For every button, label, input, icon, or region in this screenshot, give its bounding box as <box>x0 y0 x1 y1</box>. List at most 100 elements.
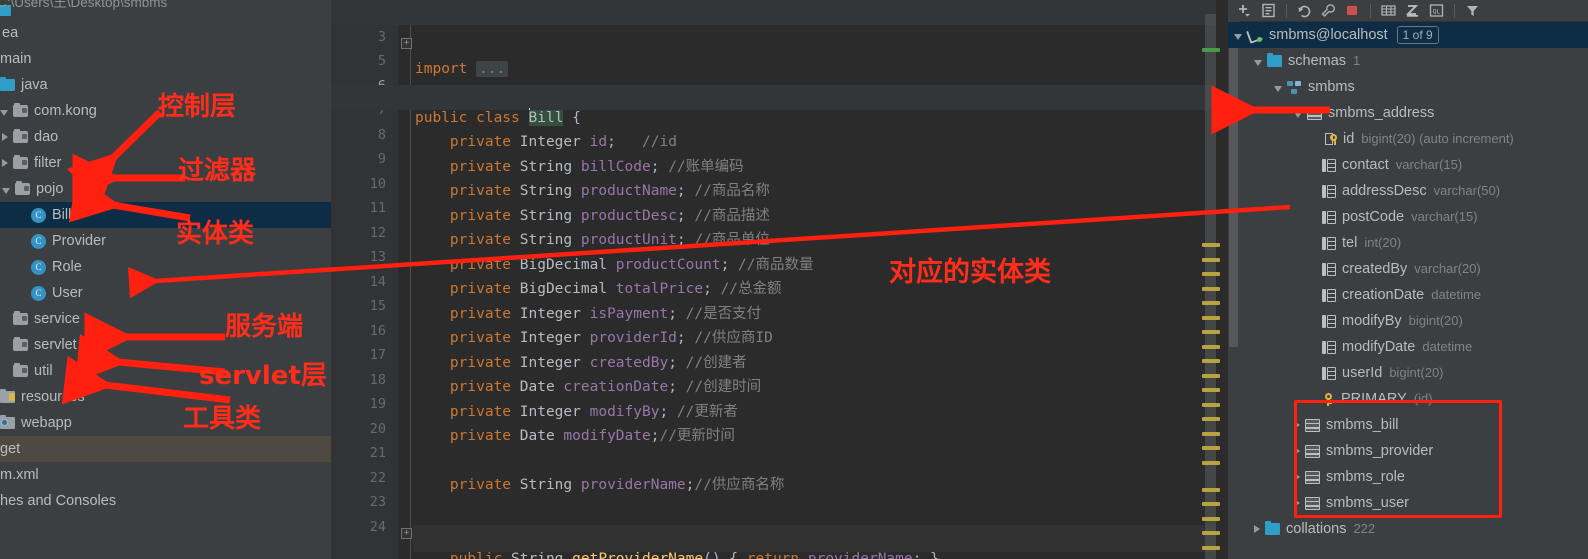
database-tree-item-contact[interactable]: contact varchar(15) <box>1228 152 1588 178</box>
code-line[interactable]: public String getProviderName() { return… <box>413 547 1228 559</box>
error-stripe-mark[interactable] <box>1202 345 1220 349</box>
code-line[interactable] <box>413 522 1228 547</box>
code-line[interactable]: private String billCode; //账单编码 <box>413 155 1228 180</box>
project-tree-item-bill[interactable]: C Bill <box>0 202 331 228</box>
error-stripe-mark[interactable] <box>1202 417 1220 421</box>
project-tree-item-dao[interactable]: dao <box>0 124 331 150</box>
project-tree-item-role[interactable]: C Role <box>0 254 331 280</box>
error-stripe-mark[interactable] <box>1202 502 1220 506</box>
table-icon[interactable] <box>1380 3 1397 18</box>
code-line[interactable] <box>413 32 1228 57</box>
wrench-icon[interactable] <box>1320 3 1337 18</box>
project-tree-item-util[interactable]: util <box>0 358 331 384</box>
expand-arrow-icon[interactable] <box>2 133 8 141</box>
code-line[interactable]: private String productName; //商品名称 <box>413 179 1228 204</box>
editor-text[interactable]: import ... public class Bill { private I… <box>413 0 1228 559</box>
database-tree-item-smbms-role[interactable]: smbms_role <box>1228 464 1588 490</box>
database-tree-item-collations[interactable]: collations 222 <box>1228 516 1588 542</box>
expand-arrow-icon[interactable] <box>1294 473 1300 481</box>
refresh-icon[interactable] <box>1296 3 1313 18</box>
fold-method-icon[interactable]: + <box>401 528 412 539</box>
collapse-arrow-icon[interactable] <box>1254 60 1262 66</box>
database-tree-item-schemas[interactable]: schemas 1 <box>1228 48 1588 74</box>
error-stripe-mark[interactable] <box>1202 546 1220 550</box>
error-stripe-mark[interactable] <box>1202 301 1220 305</box>
database-toolbar[interactable]: QL <box>1228 0 1588 22</box>
error-stripe-mark[interactable] <box>1202 258 1220 262</box>
database-tree-item-modifyby[interactable]: modifyBy bigint(20) <box>1228 308 1588 334</box>
error-stripe-mark[interactable] <box>1202 359 1220 363</box>
project-tree-item-service[interactable]: service <box>0 306 331 332</box>
project-tree[interactable]: main java com.kong dao filter pojo C Bill C Provi… <box>0 46 331 514</box>
filter-icon[interactable] <box>1464 3 1481 18</box>
database-tree-item-userid[interactable]: userId bigint(20) <box>1228 360 1588 386</box>
code-line[interactable]: private Date creationDate; //创建时间 <box>413 375 1228 400</box>
code-line[interactable] <box>413 81 1228 106</box>
error-stripe-mark[interactable] <box>1202 432 1220 436</box>
error-stripe-mark[interactable] <box>1202 461 1220 465</box>
database-tree[interactable]: smbms@localhost 1 of 9 schemas 1 smbms smbms_… <box>1228 22 1588 542</box>
error-stripe-mark[interactable] <box>1202 531 1220 535</box>
error-stripe-mark[interactable] <box>1202 316 1220 320</box>
error-stripe-mark[interactable] <box>1202 243 1220 247</box>
project-tool-window[interactable]: C:\Users\王\Desktop\smbms ea main java com.… <box>0 0 331 559</box>
database-tree-item-smbms-address[interactable]: smbms_address <box>1228 100 1588 126</box>
database-tree-item-tel[interactable]: tel int(20) <box>1228 230 1588 256</box>
error-stripe-mark[interactable] <box>1202 48 1220 52</box>
collapse-arrow-icon[interactable] <box>1234 34 1242 40</box>
project-tree-item-provider[interactable]: C Provider <box>0 228 331 254</box>
database-tree-item-smbms-bill[interactable]: smbms_bill <box>1228 412 1588 438</box>
code-line[interactable]: private Integer isPayment; //是否支付 <box>413 302 1228 327</box>
collapse-arrow-icon[interactable] <box>1294 112 1302 118</box>
code-line[interactable]: private String providerName;//供应商名称 <box>413 473 1228 498</box>
code-line[interactable]: private String productDesc; //商品描述 <box>413 204 1228 229</box>
database-tool-window[interactable]: QL smbms@localhost 1 of 9 schemas 1 smbms smb… <box>1228 0 1588 559</box>
error-stripe-mark[interactable] <box>1202 403 1220 407</box>
error-stripe-mark[interactable] <box>1202 388 1220 392</box>
fold-import-icon[interactable]: + <box>401 38 412 49</box>
expand-arrow-icon[interactable] <box>1294 447 1300 455</box>
code-line[interactable]: private Integer createdBy; //创建者 <box>413 351 1228 376</box>
expand-arrow-icon[interactable] <box>1254 525 1260 533</box>
stop-icon[interactable] <box>1344 3 1361 18</box>
project-tree-item-resources[interactable]: resources <box>0 384 331 410</box>
code-line[interactable]: public class Bill { <box>413 106 1228 131</box>
database-tree-item-smbms-provider[interactable]: smbms_provider <box>1228 438 1588 464</box>
code-line[interactable]: private Integer providerId; //供应商ID <box>413 326 1228 351</box>
project-tree-item-m-xml[interactable]: m.xml <box>0 462 331 488</box>
database-tree-item-smbms-localhost[interactable]: smbms@localhost 1 of 9 <box>1228 22 1588 48</box>
database-tree-item-creationdate[interactable]: creationDate datetime <box>1228 282 1588 308</box>
project-tree-item-servlet[interactable]: servlet <box>0 332 331 358</box>
database-tree-item-id[interactable]: id bigint(20) (auto increment) <box>1228 126 1588 152</box>
project-tree-item-webapp[interactable]: webapp <box>0 410 331 436</box>
code-line[interactable]: private BigDecimal productCount; //商品数量 <box>413 253 1228 278</box>
error-stripe-mark[interactable] <box>1202 374 1220 378</box>
database-tree-item-modifydate[interactable]: modifyDate datetime <box>1228 334 1588 360</box>
project-tree-item-main[interactable]: main <box>0 46 331 72</box>
project-tree-item-get[interactable]: get <box>0 436 331 462</box>
expand-arrow-icon[interactable] <box>2 159 8 167</box>
collapse-arrow-icon[interactable] <box>0 110 8 116</box>
error-stripe-mark[interactable] <box>1202 517 1220 521</box>
properties-icon[interactable] <box>1260 3 1277 18</box>
code-line[interactable]: private String productUnit; //商品单位 <box>413 228 1228 253</box>
project-tree-item-filter[interactable]: filter <box>0 150 331 176</box>
project-tree-item-java[interactable]: java <box>0 72 331 98</box>
editor-gutter[interactable]: 2356789101112131415161718192021222324 <box>331 0 398 559</box>
error-stripe-mark[interactable] <box>1202 287 1220 291</box>
error-stripe-mark[interactable] <box>1202 488 1220 492</box>
database-tree-item-postcode[interactable]: postCode varchar(15) <box>1228 204 1588 230</box>
code-line[interactable]: private Date modifyDate;//更新时间 <box>413 424 1228 449</box>
error-stripe-mark[interactable] <box>1202 446 1220 450</box>
database-tree-item-smbms[interactable]: smbms <box>1228 74 1588 100</box>
database-tree-item-smbms-user[interactable]: smbms_user <box>1228 490 1588 516</box>
error-stripe-mark[interactable] <box>1202 272 1220 276</box>
expand-arrow-icon[interactable] <box>1294 421 1300 429</box>
code-line[interactable]: import ... <box>413 57 1228 82</box>
collapse-arrow-icon[interactable] <box>1274 86 1282 92</box>
code-line[interactable]: private BigDecimal totalPrice; //总金额 <box>413 277 1228 302</box>
error-stripe-mark[interactable] <box>1202 330 1220 334</box>
project-tree-item-hes-and-consoles[interactable]: hes and Consoles <box>0 488 331 514</box>
code-editor[interactable]: 2356789101112131415161718192021222324 + … <box>331 0 1228 559</box>
project-tree-item-user[interactable]: C User <box>0 280 331 306</box>
